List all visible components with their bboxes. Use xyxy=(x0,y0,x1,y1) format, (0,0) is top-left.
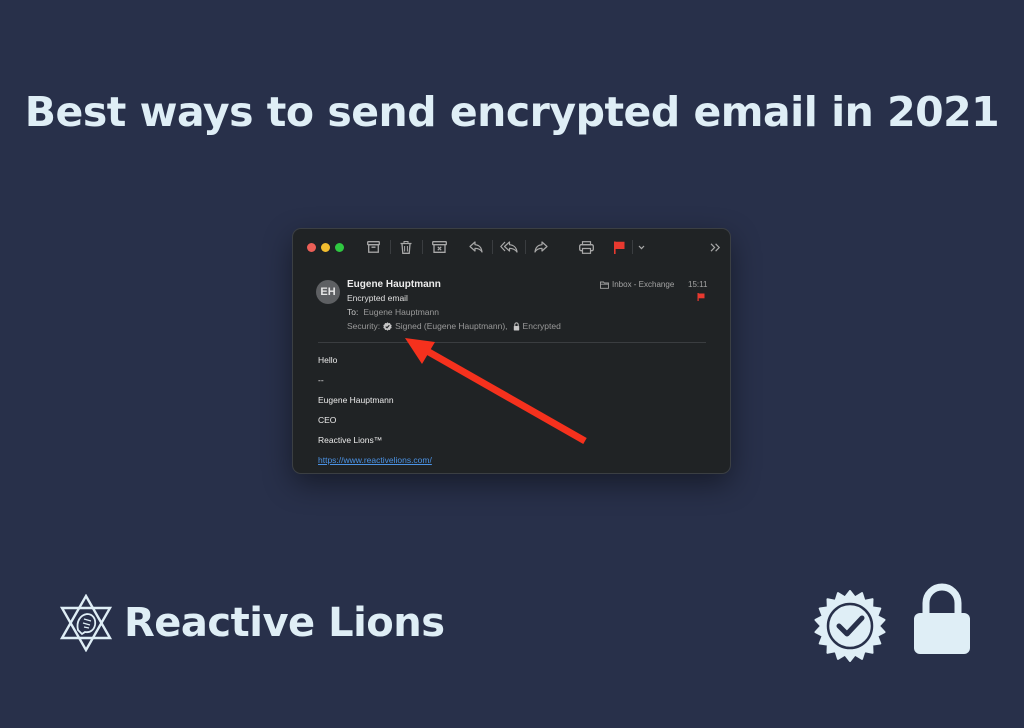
trash-icon xyxy=(400,240,412,254)
flag-button[interactable] xyxy=(609,238,629,256)
forward-button[interactable] xyxy=(531,238,551,256)
flag-icon xyxy=(614,241,625,254)
toolbar-separator xyxy=(422,240,423,254)
mailbox-label[interactable]: Inbox - Exchange xyxy=(600,280,674,289)
signed-check-icon[interactable] xyxy=(383,321,392,331)
more-toolbar-button[interactable] xyxy=(705,238,725,256)
sender-name[interactable]: Eugene Hauptmann xyxy=(347,279,441,290)
reply-button[interactable] xyxy=(466,238,486,256)
flag-menu-button[interactable] xyxy=(631,238,651,256)
reactive-lions-logo-icon xyxy=(59,594,113,652)
flagged-indicator-icon xyxy=(697,293,705,301)
lock-icon xyxy=(914,583,970,654)
zoom-window-button[interactable] xyxy=(335,243,344,252)
junk-button[interactable] xyxy=(429,238,449,256)
reply-all-button[interactable] xyxy=(499,238,519,256)
junk-icon xyxy=(431,241,447,253)
sender-avatar: EH xyxy=(316,280,340,304)
toolbar-separator xyxy=(525,240,526,254)
print-button[interactable] xyxy=(576,238,596,256)
brand-name: Reactive Lions xyxy=(124,600,445,646)
mail-toolbar xyxy=(293,229,730,265)
forward-icon xyxy=(534,241,548,253)
body-line: CEO xyxy=(318,415,337,425)
folder-icon xyxy=(600,281,609,289)
security-label: Security: xyxy=(347,321,381,331)
email-subject: Encrypted email xyxy=(347,293,408,303)
security-row: Security: Signed (Eugene Hauptmann), Enc… xyxy=(347,321,561,331)
chevron-double-right-icon xyxy=(710,242,720,252)
page-headline: Best ways to send encrypted email in 202… xyxy=(24,88,1000,136)
recipient-row: To: Eugene Hauptmann xyxy=(347,307,439,317)
verified-badge-icon xyxy=(814,590,886,662)
lock-small-icon xyxy=(513,321,519,330)
reply-all-icon xyxy=(500,241,518,253)
body-line: Eugene Hauptmann xyxy=(318,395,394,405)
received-time: 15:11 xyxy=(688,280,708,289)
minimize-window-button[interactable] xyxy=(321,243,330,252)
archive-icon xyxy=(366,241,380,253)
to-label: To: xyxy=(347,307,359,317)
website-link[interactable]: https://www.reactivelions.com/ xyxy=(318,455,432,465)
close-window-button[interactable] xyxy=(307,243,316,252)
body-line: -- xyxy=(318,375,324,385)
mailbox-name: Inbox - Exchange xyxy=(612,280,675,289)
chevron-down-icon xyxy=(638,245,644,249)
toolbar-separator xyxy=(390,240,391,254)
reply-icon xyxy=(469,241,483,253)
body-line: Reactive Lions™ xyxy=(318,435,383,445)
mail-window: EH Eugene Hauptmann Encrypted email To: E… xyxy=(293,229,730,473)
archive-button[interactable] xyxy=(363,238,383,256)
printer-icon xyxy=(578,240,594,254)
badge-seal-shape xyxy=(814,590,886,662)
delete-button[interactable] xyxy=(396,238,416,256)
header-divider xyxy=(318,342,706,343)
signed-status[interactable]: Signed (Eugene Hauptmann), xyxy=(395,321,507,331)
body-line: Hello xyxy=(318,355,338,365)
toolbar-separator xyxy=(492,240,493,254)
recipient-name[interactable]: Eugene Hauptmann xyxy=(363,307,439,317)
encrypted-status: Encrypted xyxy=(522,321,561,331)
